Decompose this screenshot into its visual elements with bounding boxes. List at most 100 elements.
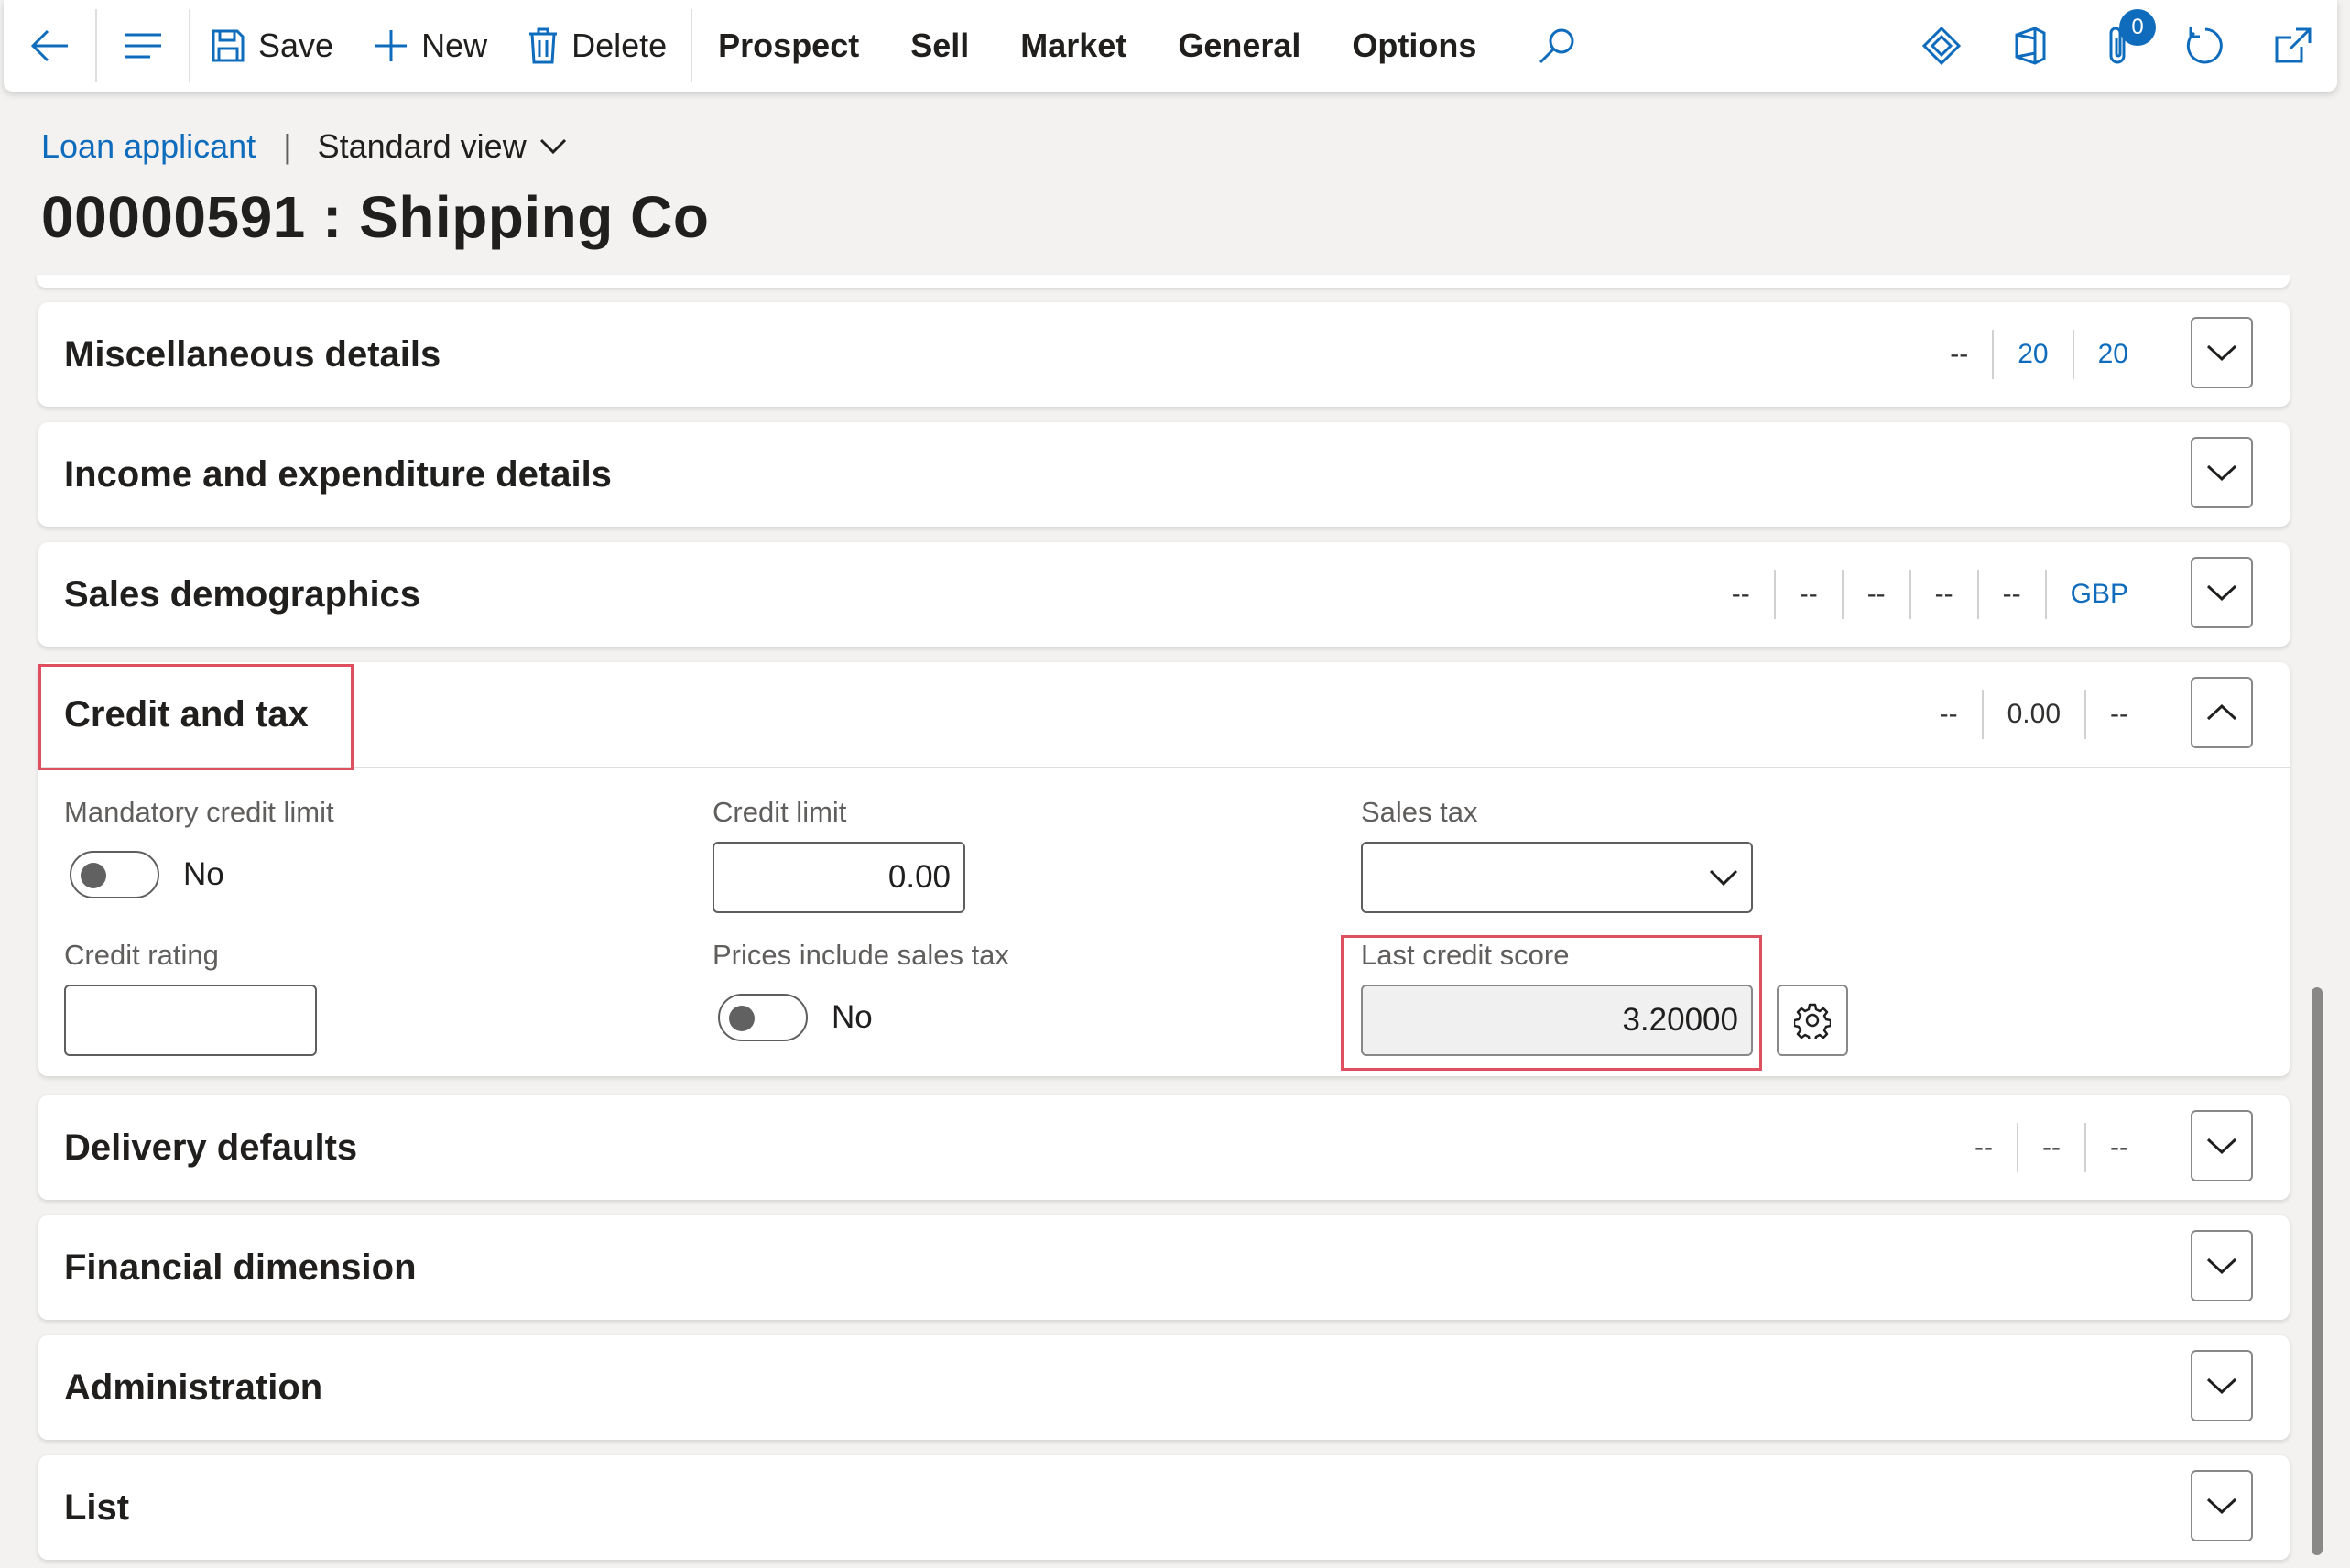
chevron-down-icon [2206,344,2237,362]
highlight-last-credit-score [1341,935,1762,1071]
fasttab-title: Miscellaneous details [64,334,441,375]
mandatory-credit-limit-toggle[interactable] [70,851,159,898]
summary-field: -- [1773,570,1842,619]
fasttab-header[interactable]: Delivery defaults -- -- -- [38,1095,2290,1200]
summary-field-link[interactable]: 20 [1992,330,2072,379]
credit-rating-input[interactable] [64,985,317,1056]
expand-button[interactable] [2191,1350,2253,1421]
expand-button[interactable] [2191,1230,2253,1301]
trash-icon [529,27,558,64]
summary-field: -- [2084,690,2152,739]
summary-field: -- [1939,699,1958,729]
menu-sell[interactable]: Sell [885,0,995,92]
refresh-button[interactable] [2161,0,2249,92]
fasttab-header[interactable]: List [38,1455,2290,1560]
fasttab-miscellaneous-details: Miscellaneous details -- 20 20 [38,302,2290,407]
fasttab-header[interactable]: Credit and tax -- 0.00 -- [38,662,2290,767]
summary-field-link[interactable]: GBP [2044,570,2152,619]
hamburger-icon [125,33,161,59]
summary-field: -- [1909,570,1977,619]
fasttab-title: Delivery defaults [64,1127,358,1168]
fasttab-title: Sales demographics [64,574,421,615]
toolbar-right-actions: 0 [1898,0,2337,92]
summary-field: 0.00 [1981,690,2084,739]
summary-field-link[interactable]: 20 [2072,330,2152,379]
fasttab-title: Administration [64,1367,323,1408]
back-button[interactable] [4,0,95,92]
chevron-down-icon [539,138,566,155]
power-apps-button[interactable] [1898,0,1986,92]
chevron-up-icon [2206,703,2237,721]
fasttab-header[interactable]: Sales demographics -- -- -- -- -- GBP [38,542,2290,647]
fasttab-administration: Administration [38,1335,2290,1440]
delete-button[interactable]: Delete [507,0,687,92]
menu-prospect[interactable]: Prospect [692,0,885,92]
open-new-window-button[interactable] [2249,0,2337,92]
fasttab-summary: -- 20 20 [1926,302,2152,407]
breadcrumb-separator: | [283,127,292,165]
fasttab-title: Income and expenditure details [64,454,612,495]
fasttab-header[interactable]: Miscellaneous details -- 20 20 [38,302,2290,407]
action-pane: Save New Delete Prospect Sell Market Gen… [4,0,2337,92]
attachments-count-badge: 0 [2119,9,2156,46]
fasttab-credit-and-tax: Credit and tax -- 0.00 -- Mandatory cred… [38,662,2290,1076]
search-icon [1539,28,1574,64]
expand-button[interactable] [2191,437,2253,508]
office-icon [2015,27,2046,65]
sales-tax-label: Sales tax [1361,796,1478,828]
attachments-button[interactable]: 0 [2073,0,2161,92]
prices-include-sales-tax-toggle[interactable] [718,994,808,1041]
new-button[interactable]: New [354,0,507,92]
expand-button[interactable] [2191,1470,2253,1541]
office-button[interactable] [1986,0,2073,92]
plus-icon [375,30,408,61]
fasttab-header[interactable]: Financial dimension [38,1215,2290,1320]
summary-field: -- [2084,1123,2152,1172]
collapse-button[interactable] [2191,677,2253,748]
fasttab-summary: -- -- -- [1951,1095,2152,1200]
expand-button[interactable] [2191,1110,2253,1181]
credit-score-settings-button[interactable] [1777,985,1848,1056]
fasttab-income-and-expenditure: Income and expenditure details [38,422,2290,527]
summary-field: -- [2017,1123,2084,1172]
fasttab-delivery-defaults: Delivery defaults -- -- -- [38,1095,2290,1200]
fasttab-header[interactable]: Income and expenditure details [38,422,2290,527]
chevron-down-icon [2206,1377,2237,1395]
collapsed-section-edge [37,275,2290,288]
open-new-window-icon [2275,27,2312,63]
summary-field: -- [1731,579,1750,609]
new-label: New [421,27,488,64]
refresh-icon [2186,27,2223,64]
view-selector[interactable]: Standard view [318,127,567,166]
expand-button[interactable] [2191,317,2253,388]
fasttab-title: List [64,1487,130,1528]
save-button[interactable]: Save [190,0,354,92]
sales-tax-dropdown[interactable] [1361,842,1753,913]
chevron-down-icon [2206,1497,2237,1515]
chevron-down-icon [2206,1138,2237,1155]
save-icon [212,29,245,62]
fasttab-header[interactable]: Administration [38,1335,2290,1440]
breadcrumb: Loan applicant | Standard view [41,125,567,169]
credit-limit-label: Credit limit [713,796,847,828]
breadcrumb-loan-applicant-link[interactable]: Loan applicant [41,127,256,166]
fasttab-summary: -- -- -- -- -- GBP [1708,542,2152,647]
search-button[interactable] [1511,0,1603,92]
credit-limit-input[interactable]: 0.00 [713,842,965,913]
summary-field: -- [1950,339,1969,369]
prices-include-sales-tax-label: Prices include sales tax [713,939,1009,971]
menu-general[interactable]: General [1152,0,1326,92]
save-label: Save [258,27,334,64]
chevron-down-icon [2206,1258,2237,1275]
expand-button[interactable] [2191,557,2253,628]
back-arrow-icon [30,29,68,62]
menu-options[interactable]: Options [1326,0,1502,92]
vertical-scrollbar[interactable] [2312,987,2323,1555]
menu-button[interactable] [97,0,189,92]
fasttab-sales-demographics: Sales demographics -- -- -- -- -- GBP [38,542,2290,647]
menu-market[interactable]: Market [995,0,1152,92]
summary-field: -- [1841,570,1909,619]
fasttab-summary: -- 0.00 -- [1916,662,2152,767]
power-apps-icon [1921,26,1962,66]
chevron-down-icon [2206,584,2237,602]
